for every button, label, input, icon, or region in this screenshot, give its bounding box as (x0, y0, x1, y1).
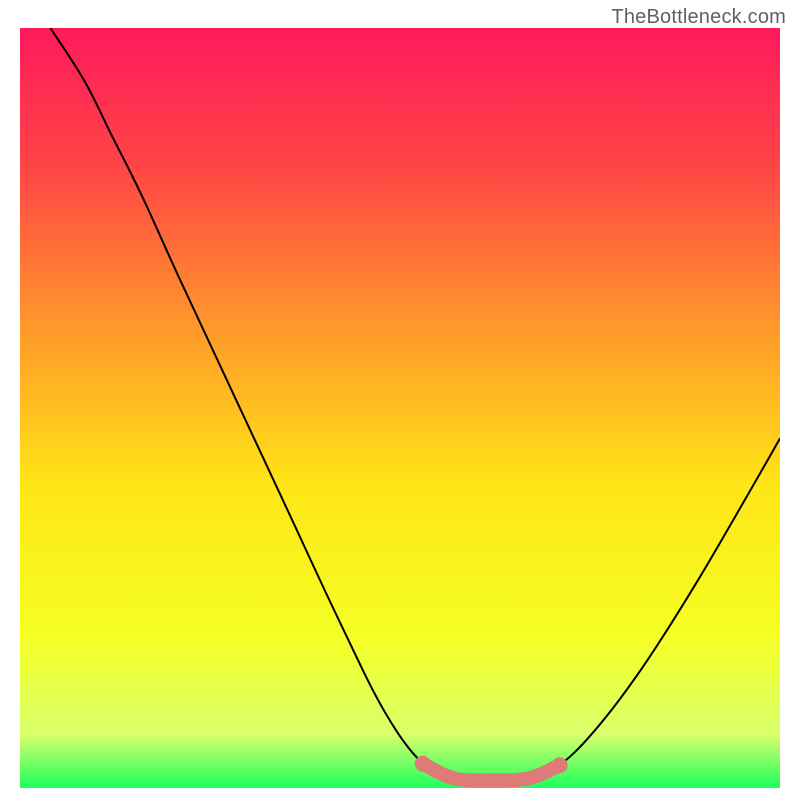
gradient-background (20, 28, 780, 788)
bottleneck-chart-svg (20, 28, 780, 788)
highlight-dot-end (552, 757, 568, 773)
watermark-text: TheBottleneck.com (611, 6, 786, 29)
highlight-dot-start (415, 756, 431, 772)
chart-plot-area (20, 28, 780, 788)
